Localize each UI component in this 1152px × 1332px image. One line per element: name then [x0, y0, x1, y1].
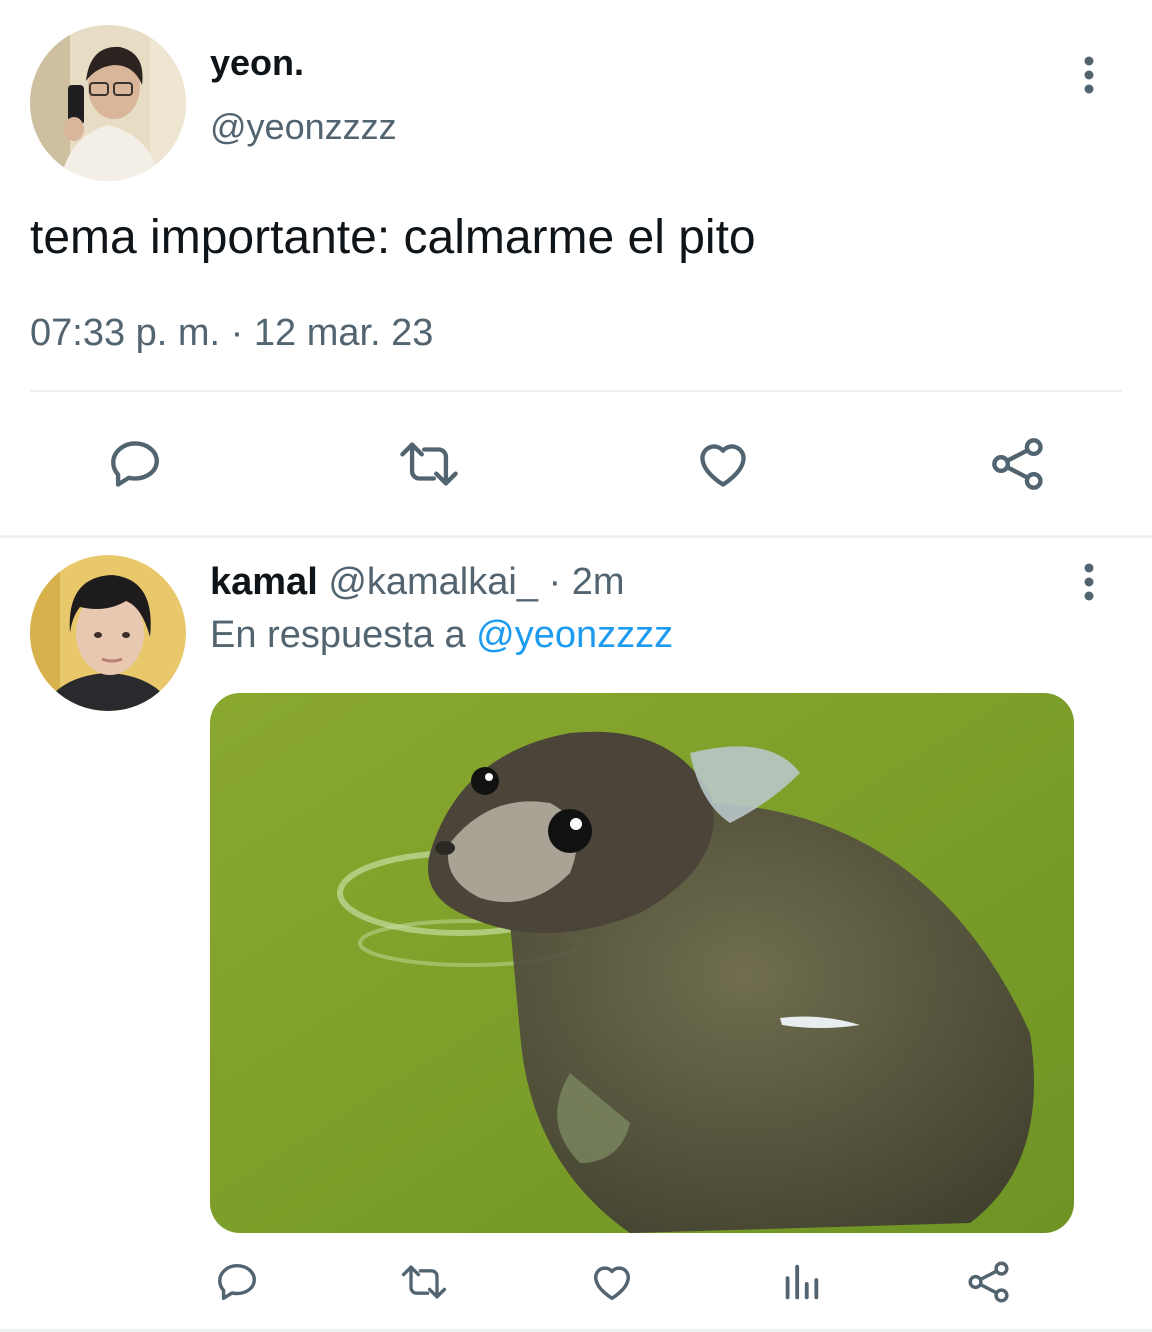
reply-more-options-icon[interactable] [1069, 552, 1109, 612]
reply-reply-icon[interactable] [214, 1259, 260, 1305]
reply-like-icon[interactable] [589, 1259, 635, 1305]
tweet-timestamp[interactable]: 07:33 p. m. · 12 mar. 23 [30, 312, 433, 355]
section-divider [0, 535, 1152, 538]
avatar-kamal[interactable] [30, 555, 186, 711]
divider [30, 390, 1122, 392]
reply-retweet-icon[interactable] [398, 1259, 450, 1305]
more-options-icon[interactable] [1069, 45, 1109, 105]
display-name[interactable]: yeon. [210, 42, 304, 84]
reply-share-icon[interactable] [966, 1259, 1012, 1305]
reply-context-prefix: En respuesta a [210, 614, 466, 656]
like-icon[interactable] [693, 435, 753, 493]
avatar-yeon[interactable] [30, 25, 186, 181]
reply-header: kamal @kamalkai_ · 2m [210, 561, 625, 604]
share-icon[interactable] [988, 435, 1048, 493]
tweet-media-image[interactable] [210, 693, 1074, 1233]
reply-to-link[interactable]: @yeonzzzz [476, 614, 673, 656]
reply-time[interactable]: · 2m [549, 561, 625, 603]
reply-handle[interactable]: @kamalkai_ [328, 561, 538, 603]
retweet-icon[interactable] [395, 435, 463, 493]
tweet-text: tema importante: calmarme el pito [30, 211, 756, 264]
views-icon[interactable] [778, 1259, 824, 1305]
reply-display-name[interactable]: kamal [210, 561, 318, 603]
reply-icon[interactable] [105, 435, 165, 493]
reply-context: En respuesta a @yeonzzzz [210, 614, 673, 657]
handle[interactable]: @yeonzzzz [210, 106, 397, 148]
